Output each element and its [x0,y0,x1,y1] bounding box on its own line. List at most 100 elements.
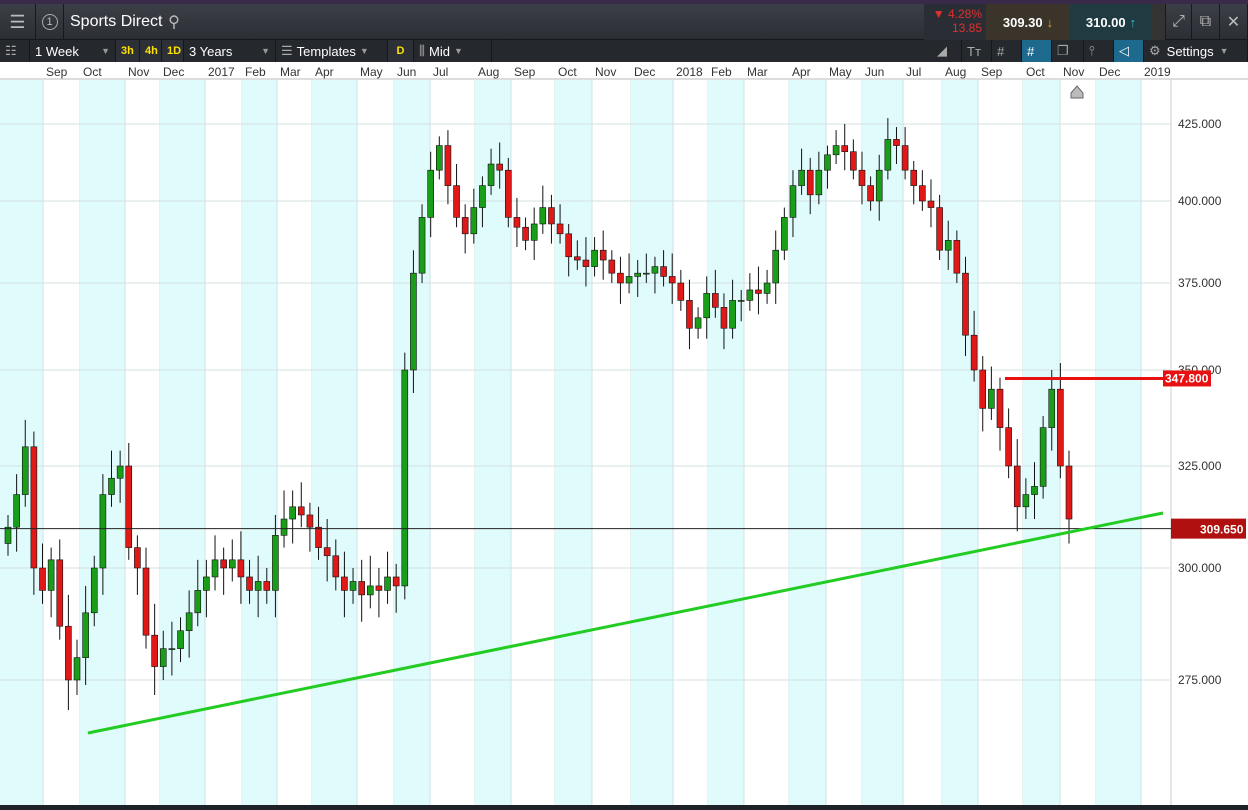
candle-body [962,272,969,336]
candle-body [297,506,305,516]
x-tick-label: Nov [595,65,617,79]
candle-body [815,169,823,196]
x-tick-label: Nov [128,65,150,79]
candle-body [746,289,754,301]
x-tick-label: Dec [163,65,185,79]
x-tick-label: Jul [433,65,449,79]
candle-body [263,581,271,591]
candle-body [410,272,417,371]
candle-body [99,494,107,569]
candle-body [625,276,633,284]
candle-body [927,200,935,208]
interval-3h[interactable]: 3h [116,40,140,62]
close-icon[interactable]: ✕ [1220,4,1248,40]
layers-icon[interactable]: ❐ [1052,40,1084,62]
x-tick-label: May [829,65,852,79]
instrument-title[interactable]: Sports Direct [70,13,162,31]
month-stripe [708,80,744,805]
candle-body [720,307,728,329]
popout-icon[interactable]: ⧉ [1192,4,1220,40]
candle-body [21,446,29,495]
candle-body [341,576,348,591]
interval-select[interactable]: 1 Week ▼ [30,40,116,62]
x-tick-label: Sep [46,65,68,79]
x-tick-label: Aug [478,65,500,79]
x-tick-label: Oct [1026,65,1045,79]
buy-button[interactable]: 310.00 ↑ [1070,4,1152,40]
candle-body [936,207,943,251]
search-icon[interactable]: ⚲ [162,4,186,40]
candle-body [142,567,150,636]
candle-body [246,576,253,591]
candle-body [315,526,322,548]
sell-button[interactable]: 309.30 ↓ [986,4,1070,40]
candle-body [30,446,38,569]
expand-icon[interactable]: ⤢ [1166,4,1192,40]
chart-area[interactable]: 275.000 300.000 325.000 350.000 375.000 400.0… [0,80,1248,805]
resistance-label: 347.800 [1165,371,1209,385]
candle-body [47,559,55,591]
candle-tool-icon[interactable]: ⫯ [1084,40,1114,62]
candle-body [254,581,262,591]
candle-body [841,145,849,153]
candle-body [530,223,538,241]
candle-body [513,217,521,228]
y-tick-label: 400.000 [1178,194,1222,208]
x-tick-label: Jul [906,65,922,79]
text-icon[interactable]: Tт [962,40,992,62]
candle-body [39,567,46,591]
interval-1d[interactable]: 1D [162,40,184,62]
x-tick-label: Dec [1099,65,1121,79]
label-icon[interactable]: ◁ [1114,40,1144,62]
candle-body [384,576,391,591]
candle-body [1039,427,1047,487]
candle-body [418,217,426,274]
chevron-down-icon: ▼ [261,46,270,56]
month-stripe [1096,80,1141,805]
candle-body [1065,465,1073,520]
x-tick-label: Sep [514,65,536,79]
month-stripe [312,80,357,805]
templates-button[interactable]: ☰ Templates ▼ [276,40,388,62]
price-type-select[interactable]: ⫼ Mid ▼ [414,40,492,62]
candle-body [867,185,874,202]
buy-arrow-icon: ↑ [1129,14,1137,30]
draw-line-icon[interactable]: ◢ [932,40,962,62]
range-select[interactable]: 3 Years ▼ [184,40,276,62]
candle-body [194,590,202,614]
list-icon[interactable]: ☷ [0,40,30,62]
candle-body [65,625,72,681]
candle-body [125,465,133,548]
d-button[interactable]: D [388,40,414,62]
window-number[interactable]: 1 [36,4,64,40]
grid-icon[interactable]: # [992,40,1022,62]
x-tick-label: Nov [1063,65,1085,79]
x-tick-label: Mar [280,65,301,79]
candle-body [349,581,357,591]
x-tick-label: Feb [711,65,732,79]
candle-body [436,145,443,171]
price-axis [1171,80,1248,805]
menu-icon[interactable]: ☰ [0,4,36,40]
settings-button[interactable]: ⚙ Settings ▼ [1144,40,1248,62]
x-tick-label: Feb [245,65,266,79]
candle-body [970,334,978,371]
candle-body [574,256,581,261]
month-stripe [160,80,205,805]
candle-body [1057,388,1064,467]
grid-edit-icon[interactable]: # [1022,40,1052,62]
candle-body [755,289,762,294]
candle-body [832,145,840,156]
month-stripe [942,80,978,805]
candle-body [643,272,650,275]
interval-4h[interactable]: 4h [140,40,162,62]
candle-body [280,518,288,536]
candle-body [358,581,365,596]
candle-body [712,293,719,308]
candle-body [185,612,193,632]
drag-handle[interactable] [1152,4,1166,40]
candle-body [798,169,805,186]
candle-body [884,139,892,171]
y-tick-label: 375.000 [1178,276,1222,290]
price-change: ▼ 4.28% 13.85 [924,4,986,40]
